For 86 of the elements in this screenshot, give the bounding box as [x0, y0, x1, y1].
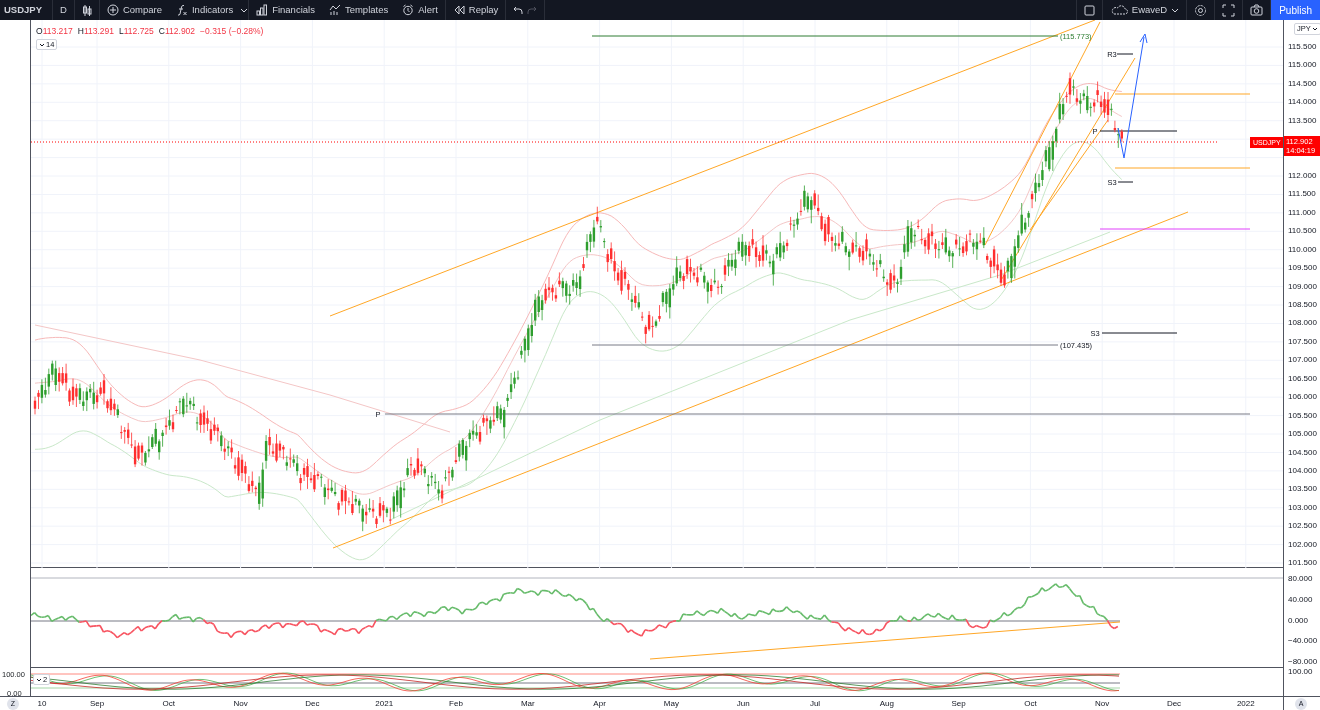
time-label: Oct [1024, 699, 1037, 709]
axis-label: 108.500 [1288, 300, 1317, 310]
axis-label: −80.000 [1288, 657, 1318, 668]
camera-icon[interactable] [1250, 3, 1264, 17]
time-label: 2022 [1236, 699, 1255, 709]
time-label: 10 [37, 699, 47, 709]
axis-label: 105.500 [1288, 410, 1317, 421]
axis-label: 107.500 [1288, 336, 1317, 347]
axis-label: 108.000 [1288, 318, 1317, 329]
axis-label: 109.500 [1288, 263, 1317, 274]
toolbar-button[interactable]: Templates [321, 0, 396, 20]
undo-icon[interactable] [513, 5, 524, 15]
axis-label: 104.500 [1288, 447, 1317, 458]
axis-label: −40.000 [1288, 636, 1318, 647]
axis-label: 106.500 [1288, 373, 1317, 384]
alarm-clock-icon [402, 4, 415, 16]
ohlc-value: O113.217 [36, 25, 73, 38]
time-label: Feb [449, 699, 463, 709]
ohlc-value: H113.291 [77, 25, 114, 38]
time-label: Apr [593, 699, 606, 709]
time-label: Nov [1095, 699, 1110, 709]
fullscreen-icon[interactable] [1222, 3, 1236, 17]
time-label: Nov [233, 699, 248, 709]
function-icon [175, 4, 188, 16]
axis-label: 103.500 [1288, 484, 1317, 495]
interval-button[interactable]: D [53, 0, 74, 20]
time-label: Sep [89, 699, 105, 709]
ohlc-value: L112.725 [119, 25, 154, 38]
axis-label: 115.000 [1288, 60, 1317, 71]
axis-label: 115.500 [1288, 42, 1317, 52]
pivot-line [1116, 53, 1134, 55]
price-change: −0.315 (−0.28%) [200, 25, 264, 38]
time-label: May [663, 699, 679, 709]
rewind-icon [452, 4, 465, 16]
ohlc-value: C112.902 [158, 25, 196, 38]
settings-icon[interactable] [1194, 3, 1208, 17]
axis-label: 110.000 [1288, 244, 1317, 255]
axis-label: 102.000 [1288, 539, 1317, 550]
axis-label: 105.000 [1288, 429, 1317, 439]
time-label: Dec [305, 699, 320, 709]
candle-icon[interactable] [81, 3, 92, 17]
axis-label: 0.000 [1288, 615, 1309, 626]
chevron-down-icon [1171, 6, 1180, 14]
time-label: Sep [951, 699, 966, 709]
axis-label: 106.000 [1288, 392, 1317, 403]
chevron-down-icon [39, 41, 45, 48]
time-label: Oct [162, 699, 175, 709]
axis-label: 114.000 [1288, 97, 1317, 108]
templates-icon [328, 4, 341, 16]
bar-chart-icon [256, 4, 269, 16]
axis-label: 102.500 [1288, 521, 1317, 532]
layout-button[interactable]: EwaveD [1102, 0, 1187, 20]
publish-button[interactable]: Publish [1271, 0, 1320, 20]
axis-label: 113.500 [1288, 115, 1317, 126]
plus-circle-icon [106, 4, 119, 16]
chevron-down-icon [36, 676, 42, 683]
toolbar-button[interactable]: Compare [99, 0, 169, 20]
toolbar-button[interactable]: Alert [395, 0, 445, 20]
time-label: Aug [879, 699, 894, 709]
cloud-icon [1109, 5, 1128, 15]
time-label: 2021 [375, 699, 394, 709]
time-label: Mar [520, 699, 535, 709]
axis-label: 103.000 [1288, 502, 1317, 513]
axis-label: 100.00 [1288, 667, 1313, 677]
axis-label: 107.000 [1288, 355, 1317, 366]
symbol-label[interactable]: USDJPY [0, 0, 52, 20]
toolbar-button[interactable]: Replay [445, 0, 506, 20]
square-icon[interactable] [1083, 4, 1095, 16]
axis-label: 111.000 [1288, 207, 1316, 218]
axis-label: 112.000 [1288, 171, 1317, 181]
axis-label: 101.500 [1288, 558, 1317, 568]
chevron-down-icon [1311, 26, 1318, 32]
pivot-line [1117, 181, 1134, 183]
chevron-down-icon[interactable] [240, 6, 249, 14]
axis-label: 111.500 [1288, 189, 1316, 200]
axis-label: 104.000 [1288, 465, 1317, 476]
time-label: Jul [809, 699, 821, 709]
time-label: Dec [1166, 699, 1182, 709]
axis-label: 114.500 [1288, 78, 1317, 89]
toolbar-button[interactable]: Indicators [168, 0, 241, 20]
axis-label: 80.000 [1288, 574, 1313, 584]
time-label: Jun [736, 699, 750, 709]
toolbar-button[interactable]: Financials [249, 0, 322, 20]
axis-label: 40.000 [1288, 594, 1313, 605]
axis-label: 110.500 [1288, 226, 1317, 237]
axis-label: 109.000 [1288, 281, 1317, 292]
